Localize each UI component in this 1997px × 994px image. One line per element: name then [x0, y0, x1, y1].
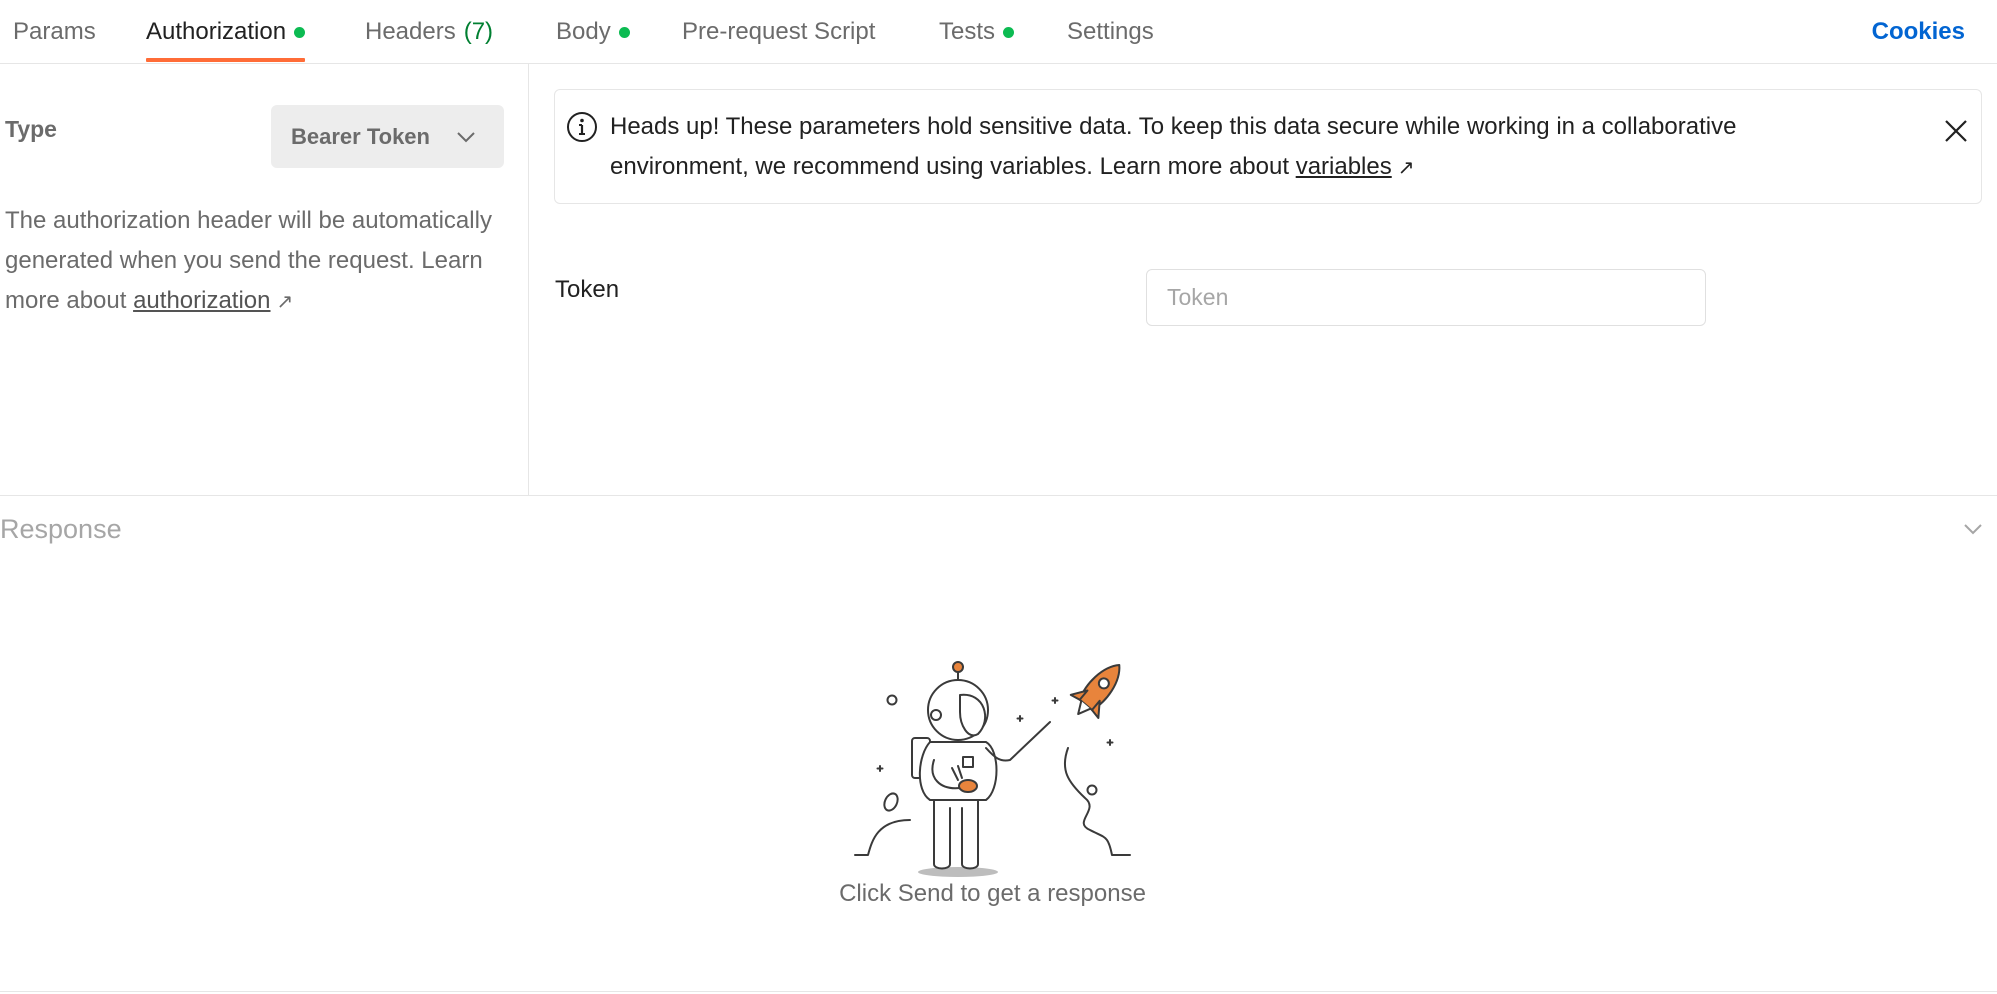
auth-type-panel: Type Bearer Token The authorization head…: [0, 64, 529, 495]
auth-type-dropdown[interactable]: Bearer Token: [271, 105, 504, 168]
tab-pre-request-script-label: Pre-request Script: [682, 18, 876, 45]
tab-headers-label: Headers: [365, 18, 456, 45]
tab-params[interactable]: Params: [13, 0, 96, 64]
auth-description: The authorization header will be automat…: [5, 201, 515, 322]
info-icon: [567, 112, 597, 142]
tab-settings-label: Settings: [1067, 18, 1154, 45]
response-title: Response: [0, 514, 122, 544]
tab-authorization-label: Authorization: [146, 18, 287, 45]
chevron-down-icon[interactable]: [1963, 522, 1983, 536]
modified-dot: [618, 26, 630, 38]
variables-docs-link[interactable]: variables: [1296, 153, 1392, 180]
request-tab-bar: Params Authorization Headers (7) Body Pr…: [0, 0, 1997, 64]
tab-authorization[interactable]: Authorization: [146, 0, 306, 64]
tab-pre-request-script[interactable]: Pre-request Script: [682, 0, 875, 64]
headers-count: (7): [463, 18, 494, 45]
modified-dot: [1003, 26, 1015, 38]
auth-type-value: Bearer Token: [291, 123, 430, 149]
token-label: Token: [555, 276, 620, 303]
authorization-docs-link[interactable]: authorization: [133, 287, 270, 314]
bottom-divider: [0, 991, 1997, 992]
tab-tests-label: Tests: [939, 18, 996, 45]
tab-body[interactable]: Body: [556, 0, 630, 64]
tab-body-label: Body: [556, 18, 611, 45]
external-link-icon: ↗: [276, 291, 294, 313]
sensitive-data-notice: Heads up! These parameters hold sensitiv…: [554, 89, 1982, 204]
tab-settings[interactable]: Settings: [1067, 0, 1154, 64]
notice-message: Heads up! These parameters hold sensitiv…: [610, 107, 1840, 188]
notice-message-text: Heads up! These parameters hold sensitiv…: [610, 113, 1737, 180]
cookies-link[interactable]: Cookies: [1872, 0, 1965, 64]
modified-dot: [294, 26, 306, 38]
tab-tests[interactable]: Tests: [939, 0, 1015, 64]
tab-params-label: Params: [13, 18, 96, 45]
type-label: Type: [5, 116, 57, 142]
response-empty-message: Click Send to get a response: [839, 880, 1146, 907]
token-input[interactable]: [1146, 269, 1706, 326]
response-header[interactable]: Response: [0, 495, 1997, 561]
chevron-down-icon: [457, 131, 475, 142]
close-icon[interactable]: [1943, 118, 1969, 144]
tab-headers[interactable]: Headers (7): [365, 0, 493, 64]
astronaut-rocket-illustration: [854, 661, 1131, 877]
external-link-icon: ↗: [1397, 157, 1415, 179]
